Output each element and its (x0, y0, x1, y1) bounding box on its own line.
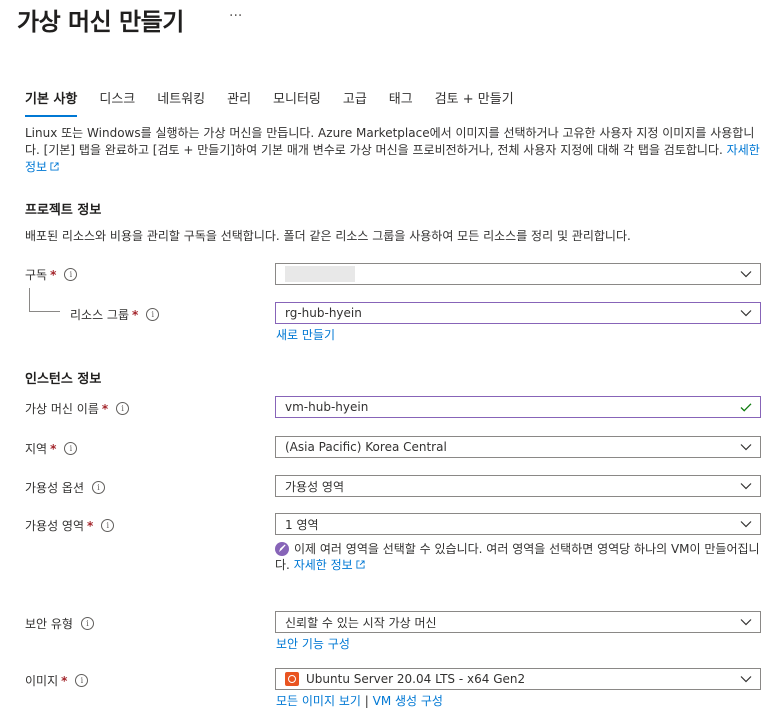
chevron-down-icon (740, 619, 752, 626)
info-icon[interactable]: i (64, 442, 78, 455)
resource-group-dropdown[interactable]: rg-hub-hyein (275, 302, 761, 324)
project-details-heading: 프로젝트 정보 (25, 203, 102, 218)
tab-tags[interactable]: 태그 (389, 88, 413, 117)
chevron-down-icon (740, 310, 752, 317)
tree-connector-branch (29, 311, 60, 312)
intro-description: Linux 또는 Windows를 실행하는 가상 머신을 만듭니다. Azur… (25, 126, 755, 157)
info-icon[interactable]: i (116, 402, 130, 415)
info-icon[interactable]: i (146, 308, 160, 321)
info-icon[interactable]: i (92, 481, 106, 494)
security-type-value: 신뢰할 수 있는 시작 가상 머신 (285, 615, 437, 630)
required-marker: * (87, 518, 94, 533)
subscription-label-text: 구독 (25, 268, 48, 282)
tab-basics[interactable]: 기본 사항 (25, 88, 78, 117)
availability-option-label: 가용성 옵션 i (25, 479, 106, 496)
image-links: 모든 이미지 보기 | VM 생성 구성 (276, 692, 443, 709)
region-label: 지역 * i (25, 440, 78, 457)
ellipsis-icon[interactable]: ··· (229, 8, 242, 24)
zone-learn-more-link[interactable]: 자세한 정보 (294, 558, 353, 572)
subscription-value (285, 266, 739, 282)
see-all-images-link[interactable]: 모든 이미지 보기 (276, 694, 361, 708)
security-type-label: 보안 유형 i (25, 615, 94, 632)
page-title: 가상 머신 만들기 (17, 8, 184, 36)
tab-disks[interactable]: 디스크 (99, 88, 135, 117)
image-dropdown[interactable]: Ubuntu Server 20.04 LTS - x64 Gen2 (275, 668, 761, 690)
tree-connector (29, 288, 30, 312)
subscription-label: 구독 * i (25, 266, 78, 283)
security-type-dropdown[interactable]: 신뢰할 수 있는 시작 가상 머신 (275, 611, 761, 633)
security-type-label-text: 보안 유형 (25, 617, 73, 631)
tab-monitoring[interactable]: 모니터링 (273, 88, 321, 117)
vm-name-value: vm-hub-hyein (285, 400, 369, 414)
subscription-dropdown[interactable] (275, 263, 761, 285)
required-marker: * (101, 401, 109, 416)
checkmark-icon (740, 403, 752, 412)
tab-review-create[interactable]: 검토 + 만들기 (435, 88, 514, 117)
availability-option-value: 가용성 영역 (285, 479, 345, 494)
availability-zone-value: 1 영역 (285, 517, 319, 532)
tab-advanced[interactable]: 고급 (343, 88, 367, 117)
external-link-icon (50, 162, 59, 171)
image-label: 이미지 * i (25, 672, 89, 689)
info-icon[interactable]: i (101, 519, 115, 532)
tab-networking[interactable]: 네트워킹 (157, 88, 205, 117)
region-label-text: 지역 (25, 442, 48, 456)
availability-option-dropdown[interactable]: 가용성 영역 (275, 475, 761, 497)
chevron-down-icon (740, 521, 752, 528)
resource-group-label-text: 리소스 그룹 (70, 308, 130, 322)
required-marker: * (61, 673, 68, 688)
region-dropdown[interactable]: (Asia Pacific) Korea Central (275, 436, 761, 458)
zone-notice: 이제 여러 영역을 선택할 수 있습니다. 여러 영역을 선택하면 영역당 하나… (275, 541, 761, 573)
required-marker: * (50, 441, 57, 456)
vm-name-label-text: 가상 머신 이름 (25, 402, 99, 416)
project-details-description: 배포된 리소스와 비용을 관리할 구독을 선택합니다. 폴더 같은 리소스 그룹… (25, 229, 631, 243)
availability-option-label-text: 가용성 옵션 (25, 481, 85, 495)
info-icon[interactable]: i (64, 268, 78, 281)
image-label-text: 이미지 (25, 674, 59, 688)
chevron-down-icon (740, 483, 752, 490)
tab-bar: 기본 사항 디스크 네트워킹 관리 모니터링 고급 태그 검토 + 만들기 (25, 88, 536, 117)
info-icon[interactable]: i (75, 674, 89, 687)
chevron-down-icon (740, 676, 752, 683)
configure-security-link[interactable]: 보안 기능 구성 (276, 635, 350, 652)
availability-zone-label-text: 가용성 영역 (25, 519, 85, 533)
rocket-icon (275, 542, 289, 556)
info-icon[interactable]: i (80, 617, 94, 630)
image-value: Ubuntu Server 20.04 LTS - x64 Gen2 (306, 672, 526, 686)
required-marker: * (50, 267, 57, 282)
ubuntu-icon (285, 672, 299, 686)
link-separator: | (364, 694, 369, 708)
instance-details-heading: 인스턴스 정보 (25, 372, 102, 387)
intro-text: Linux 또는 Windows를 실행하는 가상 머신을 만듭니다. Azur… (25, 125, 760, 176)
region-value: (Asia Pacific) Korea Central (285, 440, 447, 454)
external-link-icon (356, 560, 365, 569)
chevron-down-icon (740, 271, 752, 278)
vm-generation-config-link[interactable]: VM 생성 구성 (373, 694, 443, 708)
availability-zone-label: 가용성 영역 * i (25, 517, 115, 534)
resource-group-label: 리소스 그룹 * i (70, 306, 160, 323)
chevron-down-icon (740, 444, 752, 451)
resource-group-value: rg-hub-hyein (285, 306, 362, 320)
availability-zone-dropdown[interactable]: 1 영역 (275, 513, 761, 535)
redacted-subscription (285, 266, 355, 282)
vm-name-input[interactable]: vm-hub-hyein (275, 396, 761, 418)
tab-management[interactable]: 관리 (227, 88, 251, 117)
create-new-link[interactable]: 새로 만들기 (276, 326, 335, 343)
required-marker: * (132, 307, 139, 322)
vm-name-label: 가상 머신 이름 * i (25, 400, 130, 417)
